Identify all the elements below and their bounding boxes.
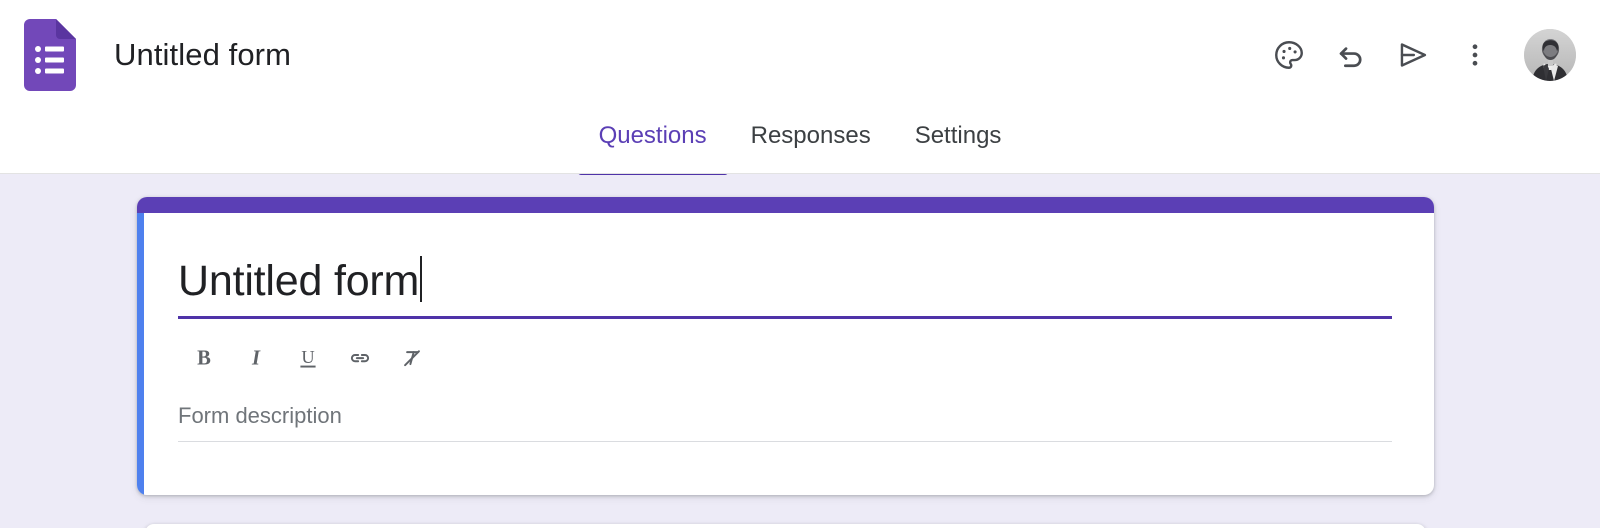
italic-icon: I xyxy=(251,348,261,370)
palette-icon xyxy=(1275,41,1303,69)
form-title-input[interactable]: Untitled form xyxy=(178,249,1392,306)
google-forms-logo-icon[interactable] xyxy=(24,19,76,91)
tab-responses[interactable]: Responses xyxy=(729,110,893,150)
svg-text:U: U xyxy=(301,347,314,367)
more-vert-icon xyxy=(1472,44,1478,66)
italic-button[interactable]: I xyxy=(230,335,282,381)
send-icon xyxy=(1400,43,1427,67)
tab-questions[interactable]: Questions xyxy=(577,110,729,178)
header-actions xyxy=(1258,24,1576,86)
rich-text-format-toolbar: B I U xyxy=(178,335,1392,381)
more-options-button[interactable] xyxy=(1444,24,1506,86)
customize-theme-button[interactable] xyxy=(1258,24,1320,86)
clear-formatting-button[interactable] xyxy=(386,335,438,381)
svg-text:I: I xyxy=(251,348,261,370)
card-theme-bar xyxy=(137,197,1434,213)
card-selected-accent xyxy=(137,213,144,495)
account-avatar[interactable] xyxy=(1524,29,1576,81)
google-forms-editor: Untitled form Questions Responses Settin… xyxy=(0,0,1600,528)
send-button[interactable] xyxy=(1382,24,1444,86)
form-description-underline xyxy=(178,441,1392,443)
form-title-underline xyxy=(178,316,1392,320)
svg-text:B: B xyxy=(197,348,211,370)
header-top-bar: Untitled form xyxy=(0,0,1600,110)
document-title[interactable]: Untitled form xyxy=(114,37,291,73)
question-card-partial[interactable] xyxy=(145,524,1426,528)
underline-icon: U xyxy=(300,347,316,368)
clear-format-icon xyxy=(404,350,420,367)
user-photo-icon xyxy=(1524,29,1576,81)
form-title-text: Untitled form xyxy=(178,257,420,305)
form-description-input[interactable]: Form description xyxy=(178,403,1392,441)
form-header-card[interactable]: Untitled form B I U Form description xyxy=(137,197,1434,495)
bold-button[interactable]: B xyxy=(178,335,230,381)
app-header: Untitled form Questions Responses Settin… xyxy=(0,0,1600,178)
form-canvas: Untitled form B I U Form description xyxy=(0,175,1600,528)
undo-icon xyxy=(1339,47,1362,68)
bold-icon: B xyxy=(197,348,211,370)
link-button[interactable] xyxy=(334,335,386,381)
tab-settings[interactable]: Settings xyxy=(893,110,1024,150)
text-cursor xyxy=(420,256,423,302)
underline-button[interactable]: U xyxy=(282,335,334,381)
card-content: Untitled form B I U Form description xyxy=(178,213,1392,495)
undo-button[interactable] xyxy=(1320,24,1382,86)
link-icon xyxy=(350,354,370,363)
editor-tabs: Questions Responses Settings xyxy=(0,110,1600,178)
